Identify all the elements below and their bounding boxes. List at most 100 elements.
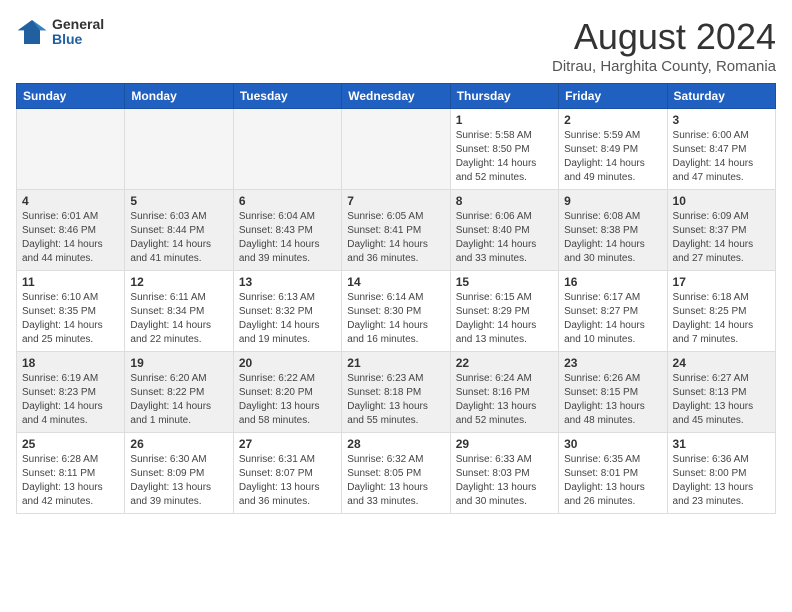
day-number: 23 bbox=[564, 356, 661, 370]
day-number: 10 bbox=[673, 194, 770, 208]
day-info: Sunrise: 6:17 AM Sunset: 8:27 PM Dayligh… bbox=[564, 291, 661, 347]
day-info: Sunrise: 6:06 AM Sunset: 8:40 PM Dayligh… bbox=[456, 210, 553, 266]
calendar-cell: 11 Sunrise: 6:10 AM Sunset: 8:35 PM Dayli… bbox=[17, 271, 125, 352]
day-info: Sunrise: 6:15 AM Sunset: 8:29 PM Dayligh… bbox=[456, 291, 553, 347]
day-number: 18 bbox=[22, 356, 119, 370]
weekday-header-row: SundayMondayTuesdayWednesdayThursdayFrid… bbox=[17, 84, 776, 109]
calendar-cell: 2 Sunrise: 5:59 AM Sunset: 8:49 PM Daylig… bbox=[559, 109, 667, 190]
calendar-cell: 13 Sunrise: 6:13 AM Sunset: 8:32 PM Dayli… bbox=[233, 271, 341, 352]
calendar-cell: 23 Sunrise: 6:26 AM Sunset: 8:15 PM Dayli… bbox=[559, 352, 667, 433]
calendar-cell: 28Sunrise: 6:32 AM Sunset: 8:05 PM Dayli… bbox=[342, 433, 450, 514]
day-number: 15 bbox=[456, 275, 553, 289]
calendar-cell: 8 Sunrise: 6:06 AM Sunset: 8:40 PM Daylig… bbox=[450, 190, 558, 271]
weekday-header-tuesday: Tuesday bbox=[233, 84, 341, 109]
day-info: Sunrise: 6:03 AM Sunset: 8:44 PM Dayligh… bbox=[130, 210, 227, 266]
weekday-header-monday: Monday bbox=[125, 84, 233, 109]
weekday-header-sunday: Sunday bbox=[17, 84, 125, 109]
day-number: 13 bbox=[239, 275, 336, 289]
day-info: Sunrise: 6:19 AM Sunset: 8:23 PM Dayligh… bbox=[22, 372, 119, 428]
day-info: Sunrise: 6:33 AM Sunset: 8:03 PM Dayligh… bbox=[456, 453, 553, 509]
day-number: 2 bbox=[564, 113, 661, 127]
day-info: Sunrise: 6:09 AM Sunset: 8:37 PM Dayligh… bbox=[673, 210, 770, 266]
weekday-header-wednesday: Wednesday bbox=[342, 84, 450, 109]
calendar-week-row: 11 Sunrise: 6:10 AM Sunset: 8:35 PM Dayli… bbox=[17, 271, 776, 352]
day-info: Sunrise: 6:26 AM Sunset: 8:15 PM Dayligh… bbox=[564, 372, 661, 428]
day-info: Sunrise: 6:20 AM Sunset: 8:22 PM Dayligh… bbox=[130, 372, 227, 428]
location-subtitle: Ditrau, Harghita County, Romania bbox=[552, 58, 776, 75]
weekday-header-saturday: Saturday bbox=[667, 84, 775, 109]
day-info: Sunrise: 6:22 AM Sunset: 8:20 PM Dayligh… bbox=[239, 372, 336, 428]
calendar-cell: 27 Sunrise: 6:31 AM Sunset: 8:07 PM Dayli… bbox=[233, 433, 341, 514]
calendar-cell: 18 Sunrise: 6:19 AM Sunset: 8:23 PM Dayli… bbox=[17, 352, 125, 433]
weekday-header-friday: Friday bbox=[559, 84, 667, 109]
calendar-cell: 3 Sunrise: 6:00 AM Sunset: 8:47 PM Daylig… bbox=[667, 109, 775, 190]
day-number: 8 bbox=[456, 194, 553, 208]
calendar-week-row: 4Sunrise: 6:01 AM Sunset: 8:46 PM Daylig… bbox=[17, 190, 776, 271]
calendar-cell: 20 Sunrise: 6:22 AM Sunset: 8:20 PM Dayli… bbox=[233, 352, 341, 433]
day-number: 9 bbox=[564, 194, 661, 208]
calendar-cell: 24 Sunrise: 6:27 AM Sunset: 8:13 PM Dayli… bbox=[667, 352, 775, 433]
calendar-cell: 7 Sunrise: 6:05 AM Sunset: 8:41 PM Daylig… bbox=[342, 190, 450, 271]
day-number: 29 bbox=[456, 437, 553, 451]
calendar-cell: 19 Sunrise: 6:20 AM Sunset: 8:22 PM Dayli… bbox=[125, 352, 233, 433]
calendar-cell: 26Sunrise: 6:30 AM Sunset: 8:09 PM Dayli… bbox=[125, 433, 233, 514]
day-info: Sunrise: 5:58 AM Sunset: 8:50 PM Dayligh… bbox=[456, 129, 553, 185]
day-number: 31 bbox=[673, 437, 770, 451]
logo-general-text: General bbox=[52, 17, 104, 32]
day-number: 4 bbox=[22, 194, 119, 208]
calendar-cell: 22 Sunrise: 6:24 AM Sunset: 8:16 PM Dayli… bbox=[450, 352, 558, 433]
day-number: 19 bbox=[130, 356, 227, 370]
day-info: Sunrise: 6:10 AM Sunset: 8:35 PM Dayligh… bbox=[22, 291, 119, 347]
day-number: 1 bbox=[456, 113, 553, 127]
calendar-cell: 1 Sunrise: 5:58 AM Sunset: 8:50 PM Daylig… bbox=[450, 109, 558, 190]
day-number: 16 bbox=[564, 275, 661, 289]
day-info: Sunrise: 6:08 AM Sunset: 8:38 PM Dayligh… bbox=[564, 210, 661, 266]
calendar-cell: 17Sunrise: 6:18 AM Sunset: 8:25 PM Dayli… bbox=[667, 271, 775, 352]
day-number: 25 bbox=[22, 437, 119, 451]
day-number: 3 bbox=[673, 113, 770, 127]
calendar-week-row: 18 Sunrise: 6:19 AM Sunset: 8:23 PM Dayli… bbox=[17, 352, 776, 433]
calendar-cell: 31Sunrise: 6:36 AM Sunset: 8:00 PM Dayli… bbox=[667, 433, 775, 514]
day-info: Sunrise: 6:13 AM Sunset: 8:32 PM Dayligh… bbox=[239, 291, 336, 347]
day-number: 27 bbox=[239, 437, 336, 451]
day-number: 20 bbox=[239, 356, 336, 370]
day-info: Sunrise: 6:04 AM Sunset: 8:43 PM Dayligh… bbox=[239, 210, 336, 266]
logo-icon bbox=[16, 16, 48, 48]
day-info: Sunrise: 6:18 AM Sunset: 8:25 PM Dayligh… bbox=[673, 291, 770, 347]
day-info: Sunrise: 6:00 AM Sunset: 8:47 PM Dayligh… bbox=[673, 129, 770, 185]
day-info: Sunrise: 6:30 AM Sunset: 8:09 PM Dayligh… bbox=[130, 453, 227, 509]
day-number: 11 bbox=[22, 275, 119, 289]
calendar-cell bbox=[125, 109, 233, 190]
calendar-cell: 6 Sunrise: 6:04 AM Sunset: 8:43 PM Daylig… bbox=[233, 190, 341, 271]
calendar-cell: 21 Sunrise: 6:23 AM Sunset: 8:18 PM Dayli… bbox=[342, 352, 450, 433]
day-info: Sunrise: 6:27 AM Sunset: 8:13 PM Dayligh… bbox=[673, 372, 770, 428]
calendar-cell: 15 Sunrise: 6:15 AM Sunset: 8:29 PM Dayli… bbox=[450, 271, 558, 352]
calendar-cell bbox=[233, 109, 341, 190]
calendar-table: SundayMondayTuesdayWednesdayThursdayFrid… bbox=[16, 83, 776, 514]
day-info: Sunrise: 5:59 AM Sunset: 8:49 PM Dayligh… bbox=[564, 129, 661, 185]
day-info: Sunrise: 6:24 AM Sunset: 8:16 PM Dayligh… bbox=[456, 372, 553, 428]
day-number: 14 bbox=[347, 275, 444, 289]
calendar-cell: 16 Sunrise: 6:17 AM Sunset: 8:27 PM Dayli… bbox=[559, 271, 667, 352]
logo-blue-text: Blue bbox=[52, 32, 104, 47]
title-section: August 2024 Ditrau, Harghita County, Rom… bbox=[552, 16, 776, 75]
calendar-cell: 29 Sunrise: 6:33 AM Sunset: 8:03 PM Dayli… bbox=[450, 433, 558, 514]
day-number: 24 bbox=[673, 356, 770, 370]
header: General Blue August 2024 Ditrau, Harghit… bbox=[16, 16, 776, 75]
calendar-cell: 9 Sunrise: 6:08 AM Sunset: 8:38 PM Daylig… bbox=[559, 190, 667, 271]
day-info: Sunrise: 6:32 AM Sunset: 8:05 PM Dayligh… bbox=[347, 453, 444, 509]
calendar-cell: 25 Sunrise: 6:28 AM Sunset: 8:11 PM Dayli… bbox=[17, 433, 125, 514]
calendar-week-row: 1 Sunrise: 5:58 AM Sunset: 8:50 PM Daylig… bbox=[17, 109, 776, 190]
day-info: Sunrise: 6:28 AM Sunset: 8:11 PM Dayligh… bbox=[22, 453, 119, 509]
day-info: Sunrise: 6:31 AM Sunset: 8:07 PM Dayligh… bbox=[239, 453, 336, 509]
logo[interactable]: General Blue bbox=[16, 16, 104, 48]
day-number: 21 bbox=[347, 356, 444, 370]
day-number: 22 bbox=[456, 356, 553, 370]
day-info: Sunrise: 6:23 AM Sunset: 8:18 PM Dayligh… bbox=[347, 372, 444, 428]
day-number: 6 bbox=[239, 194, 336, 208]
logo-text: General Blue bbox=[52, 17, 104, 48]
calendar-cell bbox=[17, 109, 125, 190]
day-info: Sunrise: 6:05 AM Sunset: 8:41 PM Dayligh… bbox=[347, 210, 444, 266]
day-number: 7 bbox=[347, 194, 444, 208]
calendar-cell: 30Sunrise: 6:35 AM Sunset: 8:01 PM Dayli… bbox=[559, 433, 667, 514]
